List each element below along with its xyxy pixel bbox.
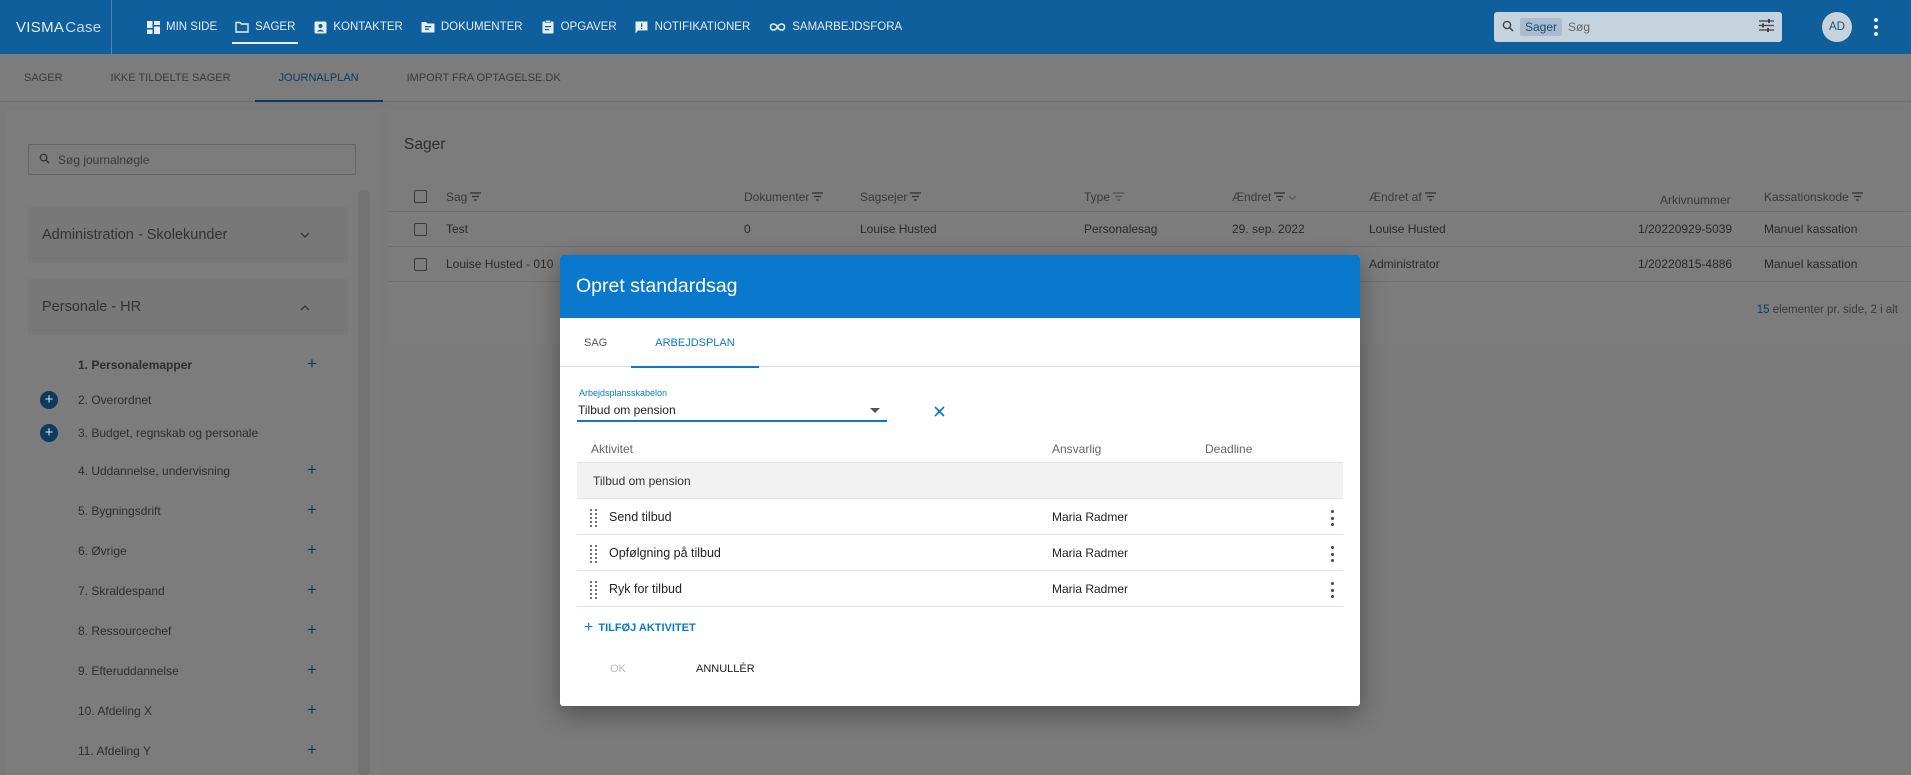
more-vert-icon[interactable] bbox=[1329, 582, 1335, 598]
cancel-button[interactable]: Annullér bbox=[696, 663, 755, 675]
activity-name[interactable]: Opfølgning på tilbud bbox=[609, 535, 721, 571]
activity-responsible: Maria Radmer bbox=[1052, 582, 1129, 596]
plus-icon: + bbox=[584, 619, 594, 636]
activity-group-header: Tilbud om pension bbox=[577, 463, 1343, 499]
more-vert-icon[interactable] bbox=[1329, 546, 1335, 562]
activity-row[interactable]: Ryk for tilbud Maria Radmer bbox=[577, 571, 1343, 607]
add-activity-button[interactable]: + Tilføj aktivitet bbox=[584, 619, 696, 636]
activity-responsible: Maria Radmer bbox=[1052, 510, 1129, 524]
drag-handle-icon[interactable] bbox=[590, 581, 598, 599]
dialog-title: Opret standardsag bbox=[560, 255, 1360, 318]
template-value: Tilbud om pension bbox=[578, 403, 676, 417]
template-label: Arbejdsplansskabelon bbox=[579, 388, 668, 398]
drag-handle-icon[interactable] bbox=[590, 509, 598, 527]
col-ansvarlig: Ansvarlig bbox=[1052, 442, 1102, 456]
activities-header: Aktivitet Ansvarlig Deadline bbox=[577, 438, 1343, 463]
col-aktivitet: Aktivitet bbox=[591, 442, 634, 456]
activity-name[interactable]: Send tilbud bbox=[609, 499, 672, 535]
activity-row[interactable]: Opfølgning på tilbud Maria Radmer bbox=[577, 535, 1343, 571]
template-select[interactable]: Tilbud om pension bbox=[577, 400, 887, 422]
caret-down-icon[interactable] bbox=[870, 408, 880, 413]
ok-button[interactable]: OK bbox=[610, 663, 626, 675]
clear-icon[interactable] bbox=[933, 405, 947, 419]
activity-name[interactable]: Ryk for tilbud bbox=[609, 571, 682, 607]
drag-handle-icon[interactable] bbox=[590, 545, 598, 563]
col-deadline: Deadline bbox=[1205, 442, 1253, 456]
activity-responsible: Maria Radmer bbox=[1052, 546, 1129, 560]
tab-sag[interactable]: Sag bbox=[560, 318, 631, 367]
create-standard-case-dialog: Opret standardsag Sag Arbejdsplan Arbejd… bbox=[560, 255, 1360, 706]
activity-row[interactable]: Send tilbud Maria Radmer bbox=[577, 499, 1343, 535]
tab-arbejdsplan[interactable]: Arbejdsplan bbox=[631, 318, 760, 368]
dialog-tabs: Sag Arbejdsplan bbox=[560, 318, 1360, 368]
add-activity-label: Tilføj aktivitet bbox=[598, 622, 696, 634]
more-vert-icon[interactable] bbox=[1329, 510, 1335, 526]
